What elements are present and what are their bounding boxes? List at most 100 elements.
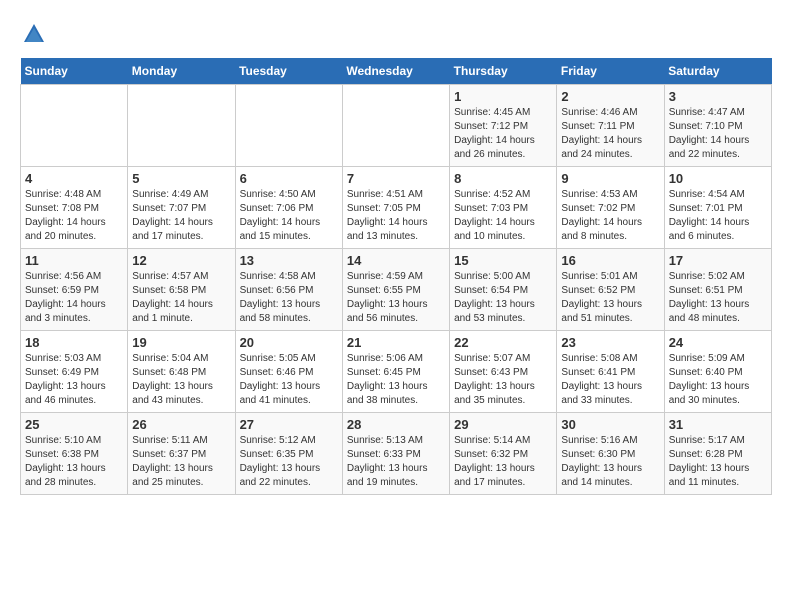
page-header [20, 20, 772, 48]
cell-info: Sunrise: 5:02 AMSunset: 6:51 PMDaylight:… [669, 270, 767, 326]
calendar-header-wednesday: Wednesday [342, 58, 449, 85]
cell-info: Sunrise: 4:49 AMSunset: 7:07 PMDaylight:… [132, 188, 230, 244]
calendar-cell: 13 Sunrise: 4:58 AMSunset: 6:56 PMDayligh… [235, 249, 342, 331]
cell-date: 7 [347, 171, 445, 186]
calendar-week-3: 11 Sunrise: 4:56 AMSunset: 6:59 PMDayligh… [21, 249, 772, 331]
cell-date: 11 [25, 253, 123, 268]
cell-info: Sunrise: 5:12 AMSunset: 6:35 PMDaylight:… [240, 434, 338, 490]
cell-info: Sunrise: 5:17 AMSunset: 6:28 PMDaylight:… [669, 434, 767, 490]
cell-info: Sunrise: 4:57 AMSunset: 6:58 PMDaylight:… [132, 270, 230, 326]
calendar-cell: 23 Sunrise: 5:08 AMSunset: 6:41 PMDayligh… [557, 331, 664, 413]
calendar-week-4: 18 Sunrise: 5:03 AMSunset: 6:49 PMDayligh… [21, 331, 772, 413]
cell-info: Sunrise: 4:45 AMSunset: 7:12 PMDaylight:… [454, 106, 552, 162]
calendar-cell: 26 Sunrise: 5:11 AMSunset: 6:37 PMDayligh… [128, 413, 235, 495]
calendar-cell: 21Sunrise: 5:06 AMSunset: 6:45 PMDayligh… [342, 331, 449, 413]
calendar-cell: 16Sunrise: 5:01 AMSunset: 6:52 PMDayligh… [557, 249, 664, 331]
calendar-week-2: 4Sunrise: 4:48 AMSunset: 7:08 PMDaylight… [21, 167, 772, 249]
cell-date: 23 [561, 335, 659, 350]
calendar-cell: 3 Sunrise: 4:47 AMSunset: 7:10 PMDaylight… [664, 85, 771, 167]
calendar-cell: 9Sunrise: 4:53 AMSunset: 7:02 PMDaylight… [557, 167, 664, 249]
cell-info: Sunrise: 5:10 AMSunset: 6:38 PMDaylight:… [25, 434, 123, 490]
cell-date: 22 [454, 335, 552, 350]
calendar-cell: 29Sunrise: 5:14 AMSunset: 6:32 PMDayligh… [450, 413, 557, 495]
calendar-cell: 25 Sunrise: 5:10 AMSunset: 6:38 PMDayligh… [21, 413, 128, 495]
cell-date: 10 [669, 171, 767, 186]
cell-info: Sunrise: 4:46 AMSunset: 7:11 PMDaylight:… [561, 106, 659, 162]
cell-date: 28 [347, 417, 445, 432]
cell-date: 24 [669, 335, 767, 350]
calendar-cell: 1 Sunrise: 4:45 AMSunset: 7:12 PMDaylight… [450, 85, 557, 167]
cell-info: Sunrise: 5:09 AMSunset: 6:40 PMDaylight:… [669, 352, 767, 408]
calendar-table: SundayMondayTuesdayWednesdayThursdayFrid… [20, 58, 772, 495]
calendar-header-tuesday: Tuesday [235, 58, 342, 85]
calendar-cell [342, 85, 449, 167]
calendar-cell: 31 Sunrise: 5:17 AMSunset: 6:28 PMDayligh… [664, 413, 771, 495]
cell-date: 1 [454, 89, 552, 104]
cell-date: 5 [132, 171, 230, 186]
calendar-cell: 19 Sunrise: 5:04 AMSunset: 6:48 PMDayligh… [128, 331, 235, 413]
cell-info: Sunrise: 4:54 AMSunset: 7:01 PMDaylight:… [669, 188, 767, 244]
calendar-cell: 2Sunrise: 4:46 AMSunset: 7:11 PMDaylight… [557, 85, 664, 167]
calendar-week-1: 1 Sunrise: 4:45 AMSunset: 7:12 PMDaylight… [21, 85, 772, 167]
cell-info: Sunrise: 5:05 AMSunset: 6:46 PMDaylight:… [240, 352, 338, 408]
calendar-cell: 24 Sunrise: 5:09 AMSunset: 6:40 PMDayligh… [664, 331, 771, 413]
cell-info: Sunrise: 4:48 AMSunset: 7:08 PMDaylight:… [25, 188, 123, 244]
cell-info: Sunrise: 5:03 AMSunset: 6:49 PMDaylight:… [25, 352, 123, 408]
calendar-cell: 11 Sunrise: 4:56 AMSunset: 6:59 PMDayligh… [21, 249, 128, 331]
cell-info: Sunrise: 4:53 AMSunset: 7:02 PMDaylight:… [561, 188, 659, 244]
cell-date: 18 [25, 335, 123, 350]
cell-date: 3 [669, 89, 767, 104]
cell-info: Sunrise: 4:59 AMSunset: 6:55 PMDaylight:… [347, 270, 445, 326]
calendar-header-saturday: Saturday [664, 58, 771, 85]
calendar-cell: 8Sunrise: 4:52 AMSunset: 7:03 PMDaylight… [450, 167, 557, 249]
cell-info: Sunrise: 4:56 AMSunset: 6:59 PMDaylight:… [25, 270, 123, 326]
cell-date: 15 [454, 253, 552, 268]
cell-date: 30 [561, 417, 659, 432]
calendar-header-friday: Friday [557, 58, 664, 85]
cell-date: 19 [132, 335, 230, 350]
calendar-header-thursday: Thursday [450, 58, 557, 85]
cell-info: Sunrise: 5:11 AMSunset: 6:37 PMDaylight:… [132, 434, 230, 490]
cell-info: Sunrise: 5:04 AMSunset: 6:48 PMDaylight:… [132, 352, 230, 408]
calendar-header-sunday: Sunday [21, 58, 128, 85]
cell-date: 8 [454, 171, 552, 186]
cell-date: 14 [347, 253, 445, 268]
cell-info: Sunrise: 5:00 AMSunset: 6:54 PMDaylight:… [454, 270, 552, 326]
cell-info: Sunrise: 4:47 AMSunset: 7:10 PMDaylight:… [669, 106, 767, 162]
calendar-cell: 17 Sunrise: 5:02 AMSunset: 6:51 PMDayligh… [664, 249, 771, 331]
calendar-cell [235, 85, 342, 167]
calendar-cell: 12 Sunrise: 4:57 AMSunset: 6:58 PMDayligh… [128, 249, 235, 331]
cell-date: 17 [669, 253, 767, 268]
calendar-cell: 10 Sunrise: 4:54 AMSunset: 7:01 PMDayligh… [664, 167, 771, 249]
cell-info: Sunrise: 5:13 AMSunset: 6:33 PMDaylight:… [347, 434, 445, 490]
calendar-cell: 7 Sunrise: 4:51 AMSunset: 7:05 PMDaylight… [342, 167, 449, 249]
cell-date: 13 [240, 253, 338, 268]
logo [20, 20, 52, 48]
calendar-cell: 5 Sunrise: 4:49 AMSunset: 7:07 PMDaylight… [128, 167, 235, 249]
calendar-cell: 28 Sunrise: 5:13 AMSunset: 6:33 PMDayligh… [342, 413, 449, 495]
calendar-cell: 15 Sunrise: 5:00 AMSunset: 6:54 PMDayligh… [450, 249, 557, 331]
calendar-cell: 6 Sunrise: 4:50 AMSunset: 7:06 PMDaylight… [235, 167, 342, 249]
cell-info: Sunrise: 5:16 AMSunset: 6:30 PMDaylight:… [561, 434, 659, 490]
logo-icon [20, 20, 48, 48]
cell-info: Sunrise: 5:08 AMSunset: 6:41 PMDaylight:… [561, 352, 659, 408]
calendar-cell: 30 Sunrise: 5:16 AMSunset: 6:30 PMDayligh… [557, 413, 664, 495]
calendar-cell [128, 85, 235, 167]
cell-date: 6 [240, 171, 338, 186]
cell-date: 26 [132, 417, 230, 432]
cell-date: 12 [132, 253, 230, 268]
cell-date: 25 [25, 417, 123, 432]
cell-date: 31 [669, 417, 767, 432]
cell-date: 16 [561, 253, 659, 268]
cell-info: Sunrise: 4:51 AMSunset: 7:05 PMDaylight:… [347, 188, 445, 244]
cell-date: 29 [454, 417, 552, 432]
cell-info: Sunrise: 4:50 AMSunset: 7:06 PMDaylight:… [240, 188, 338, 244]
calendar-header-row: SundayMondayTuesdayWednesdayThursdayFrid… [21, 58, 772, 85]
calendar-header-monday: Monday [128, 58, 235, 85]
calendar-cell [21, 85, 128, 167]
calendar-week-5: 25 Sunrise: 5:10 AMSunset: 6:38 PMDayligh… [21, 413, 772, 495]
calendar-cell: 27 Sunrise: 5:12 AMSunset: 6:35 PMDayligh… [235, 413, 342, 495]
calendar-cell: 18 Sunrise: 5:03 AMSunset: 6:49 PMDayligh… [21, 331, 128, 413]
cell-info: Sunrise: 4:58 AMSunset: 6:56 PMDaylight:… [240, 270, 338, 326]
cell-date: 27 [240, 417, 338, 432]
